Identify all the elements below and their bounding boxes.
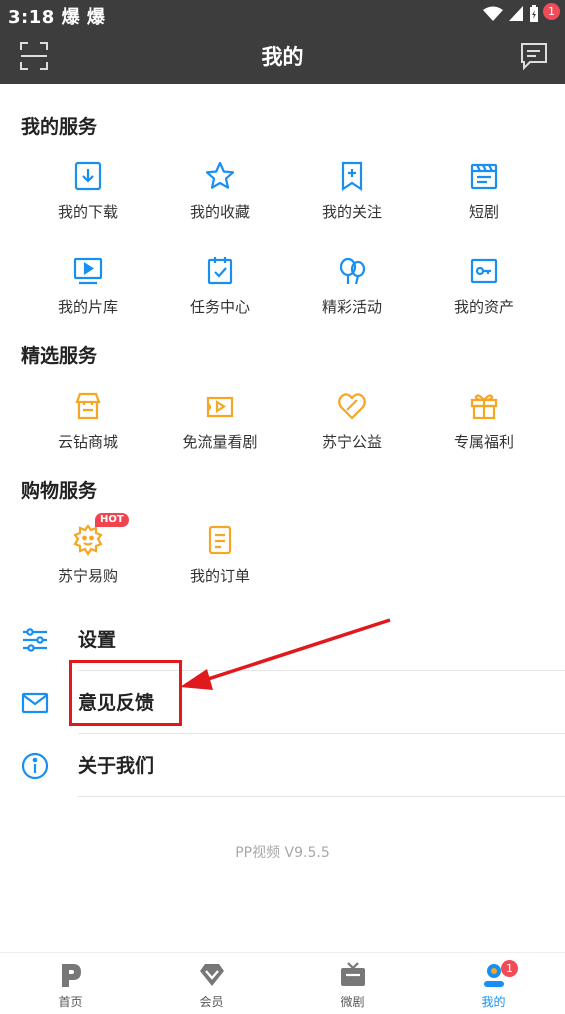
- service-activities[interactable]: 精彩活动: [286, 255, 418, 335]
- shopping-label: 我的订单: [189, 567, 250, 585]
- message-badge: 1: [543, 3, 560, 20]
- battery-icon: [530, 5, 538, 22]
- service-label: 短剧: [468, 203, 499, 221]
- status-time: 3:18 爆 爆: [8, 7, 106, 28]
- section-title-featured: 精选服务: [21, 345, 98, 367]
- service-task-center[interactable]: 任务中心: [154, 255, 286, 335]
- service-short-drama[interactable]: 短剧: [418, 160, 550, 240]
- shop-icon: [75, 392, 101, 420]
- settings-sliders-icon: [23, 628, 47, 652]
- service-label: 任务中心: [189, 298, 250, 316]
- tab-profile[interactable]: 我的 1: [423, 953, 564, 1014]
- tab-vip[interactable]: 会员: [141, 953, 282, 1014]
- balloon-icon: [339, 257, 366, 285]
- tab-label: 微剧: [340, 995, 365, 1009]
- charity-heart-icon: [338, 393, 366, 420]
- service-label: 我的下载: [57, 203, 118, 221]
- section-title-shopping: 购物服务: [21, 480, 98, 502]
- bookmark-add-icon: [341, 161, 363, 192]
- bottom-tab-bar: 首页 会员 微剧 我的 1: [0, 952, 565, 1014]
- top-header: 我的: [0, 28, 565, 84]
- featured-label: 专属福利: [453, 433, 514, 451]
- shopping-orders[interactable]: 我的订单: [154, 524, 286, 604]
- status-icons: [483, 5, 539, 23]
- notification-glyph: 爆: [61, 7, 81, 28]
- tab-label: 会员: [199, 995, 224, 1009]
- signal-icon: [509, 6, 523, 21]
- pp-logo-icon: [61, 964, 81, 987]
- service-library[interactable]: 我的片库: [22, 255, 154, 335]
- hot-badge: HOT: [95, 513, 129, 527]
- profile-badge: 1: [501, 960, 518, 977]
- status-bar: 3:18 爆 爆: [0, 0, 565, 28]
- download-icon: [74, 161, 102, 191]
- mail-icon: [21, 692, 49, 714]
- service-label: 我的关注: [321, 203, 382, 221]
- suning-lion-icon: [73, 524, 103, 556]
- featured-label: 苏宁公益: [321, 433, 382, 451]
- tab-micro-drama[interactable]: 微剧: [282, 953, 423, 1014]
- section-title-my-services: 我的服务: [21, 116, 98, 138]
- page-title: 我的: [261, 45, 304, 69]
- tv-icon: [340, 962, 365, 986]
- service-following[interactable]: 我的关注: [286, 160, 418, 240]
- star-icon: [205, 161, 235, 189]
- service-favorites[interactable]: 我的收藏: [154, 160, 286, 240]
- annotation-highlight-box: [69, 660, 182, 726]
- tab-label: 我的: [481, 995, 506, 1009]
- wifi-icon: [483, 6, 503, 21]
- shopping-label: 苏宁易购: [57, 567, 118, 585]
- service-label: 我的收藏: [189, 203, 250, 221]
- order-doc-icon: [208, 525, 232, 555]
- service-label: 我的资产: [453, 298, 514, 316]
- settings-label: 设置: [78, 629, 117, 651]
- service-assets[interactable]: 我的资产: [418, 255, 550, 335]
- featured-free-data[interactable]: 免流量看剧: [154, 390, 286, 470]
- asset-card-icon: [470, 258, 498, 284]
- message-icon: [521, 43, 547, 71]
- shopping-suning[interactable]: 苏宁易购: [22, 524, 154, 604]
- tab-label: 首页: [58, 995, 83, 1009]
- service-download[interactable]: 我的下载: [22, 160, 154, 240]
- task-check-icon: [207, 257, 233, 285]
- notification-glyph: 爆: [86, 7, 106, 28]
- clapperboard-icon: [470, 163, 498, 190]
- divider: [78, 796, 565, 797]
- featured-label: 云钻商城: [57, 433, 118, 451]
- tv-play-icon: [73, 257, 103, 285]
- service-label: 我的片库: [57, 298, 118, 316]
- messages-button[interactable]: [518, 40, 552, 72]
- service-label: 精彩活动: [321, 298, 382, 316]
- about-row[interactable]: 关于我们: [0, 734, 565, 796]
- diamond-icon: [199, 964, 224, 986]
- featured-gifts[interactable]: 专属福利: [418, 390, 550, 470]
- video-ticket-icon: [206, 396, 234, 418]
- tab-home[interactable]: 首页: [0, 953, 141, 1014]
- gift-icon: [470, 394, 498, 420]
- featured-label: 免流量看剧: [182, 433, 258, 451]
- version-text: PP视频 V9.5.5: [235, 845, 330, 861]
- featured-charity[interactable]: 苏宁公益: [286, 390, 418, 470]
- about-label: 关于我们: [78, 755, 155, 777]
- featured-shop[interactable]: 云钻商城: [22, 390, 154, 470]
- info-icon: [21, 752, 49, 780]
